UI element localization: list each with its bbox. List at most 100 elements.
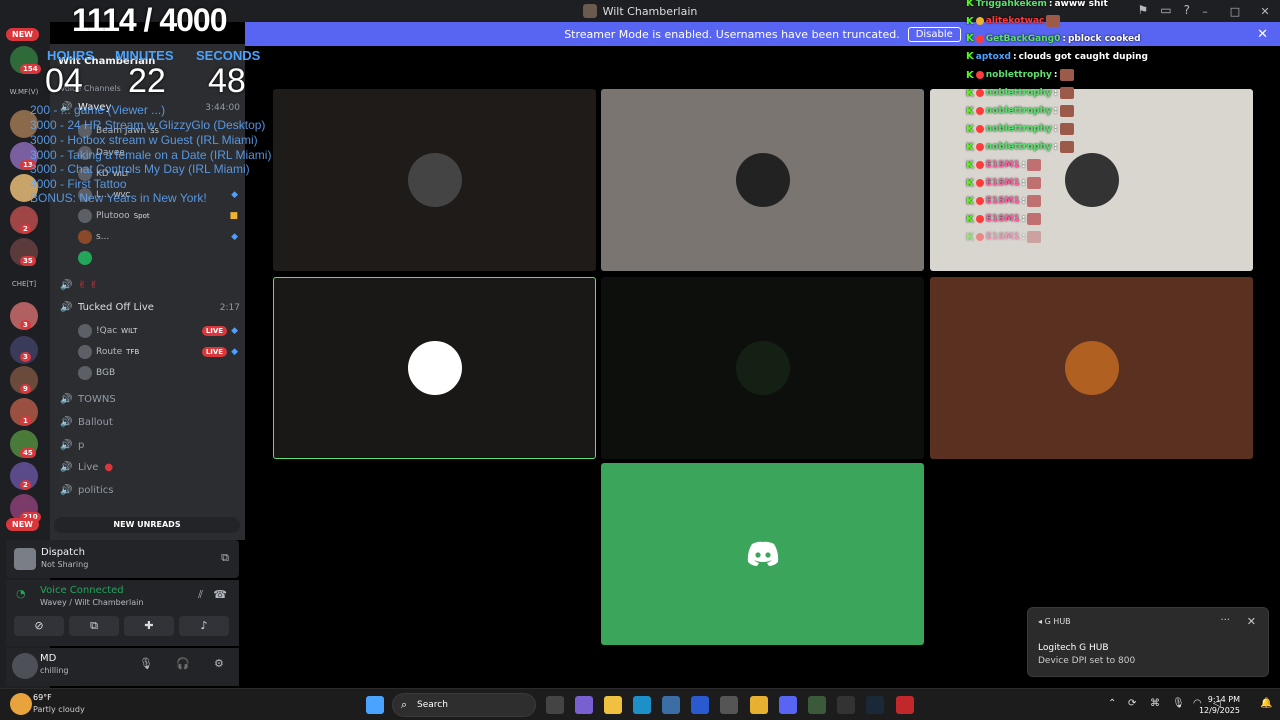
voice-channel[interactable]: 🔊 Live ● [60,462,240,473]
chrome-icon[interactable] [750,696,768,714]
noise-suppression-icon[interactable]: ⫽ [198,588,203,602]
voice-user[interactable]: Plutooo Spot ■ [78,209,238,223]
chat-message: Kaptoxd: clouds got caught duping [966,51,1148,62]
emote-icon [1027,195,1042,207]
voice-user[interactable]: !Qac WILT LIVE ◆ [78,324,238,338]
close-banner-icon[interactable]: ✕ [1257,27,1268,42]
outlook-icon[interactable] [691,696,709,714]
store-icon[interactable] [662,696,680,714]
badge-icon [975,215,984,223]
streaming-icon: ◆ [231,347,238,357]
voice-channel[interactable]: 🔊 Ballout [60,417,240,428]
window-controls: – □ ✕ [1190,0,1280,22]
network-icon[interactable]: ⌘ [1150,698,1160,709]
voice-user[interactable]: BGB [78,366,238,380]
voice-user[interactable]: s... ◆ [78,230,238,244]
user-status: chilling [40,666,69,675]
avatar [78,345,92,359]
task-view-icon[interactable] [546,696,564,714]
dispatch-status: Not Sharing [41,560,89,569]
server-label[interactable]: W.MF(V) [4,88,44,96]
minimize-icon[interactable]: – [1190,5,1220,18]
screen-share-button[interactable]: ⧉ [69,616,119,636]
mention-badge: 35 [20,256,36,266]
username[interactable]: MD [40,653,56,664]
emote-icon [1027,213,1042,225]
gear-icon[interactable]: ⚙ [214,657,224,670]
voice-channel[interactable]: 🔊 TOWNS [60,394,240,405]
weather-icon[interactable] [10,693,32,715]
close-window-icon[interactable]: ✕ [1250,5,1280,18]
avatar[interactable] [12,653,38,679]
new-pill[interactable]: NEW [6,518,39,531]
dispatch-panel[interactable]: Dispatch Not Sharing ⧉ [6,540,239,578]
mic-tray-icon[interactable]: 🎙 [1172,698,1185,709]
file-explorer-icon[interactable] [604,696,622,714]
new-pill[interactable]: NEW [6,28,39,41]
search-box[interactable]: ⌕ Search [392,693,536,717]
voice-status[interactable]: Voice Connected [40,585,124,596]
video-tile[interactable] [273,89,596,271]
edge-icon[interactable] [633,696,651,714]
copilot-icon[interactable] [575,696,593,714]
start-icon[interactable] [366,696,384,714]
chat-message: K GetBackGang0: pblock cooked [966,33,1141,44]
badge-icon [975,71,984,79]
maximize-icon[interactable]: □ [1220,5,1250,18]
sync-icon[interactable]: ⟳ [1128,698,1136,709]
server-icon [582,4,597,18]
logitech-icon[interactable] [837,696,855,714]
server-label[interactable]: CHE[T] [4,280,44,288]
streaming-icon: ◆ [231,326,238,336]
steam-icon[interactable] [866,696,884,714]
voice-user[interactable] [78,251,238,265]
screen-icon[interactable]: ▭ [1160,3,1171,17]
discord-icon[interactable] [779,696,797,714]
weather-temp[interactable]: 69°F [33,693,52,702]
close-toast-icon[interactable]: ✕ [1247,615,1256,628]
microphone-icon[interactable]: 🎙 [139,657,153,670]
video-tile[interactable] [601,89,924,271]
kick-icon: K [966,69,974,81]
camera-button[interactable]: ⊘ [14,616,64,636]
more-options-icon[interactable]: ··· [1220,615,1230,626]
screen-share-icon[interactable]: ⧉ [221,551,229,565]
headphones-icon[interactable]: 🎧 [176,657,190,670]
voice-user[interactable]: Route TFB LIVE ◆ [78,345,238,359]
disconnect-icon[interactable]: ☎ [213,588,227,601]
activities-button[interactable]: ✚ [124,616,174,636]
signal-icon: ◔ [16,587,26,600]
disable-button[interactable]: Disable [907,26,961,42]
notification-bell-icon[interactable]: 🔔 [1260,698,1272,709]
new-unreads-bar[interactable]: NEW UNREADS [54,517,240,533]
app-icon[interactable] [720,696,738,714]
kick-icon: K [966,0,974,9]
emote-icon [1027,159,1042,171]
badge-icon [975,107,984,115]
inbox-icon[interactable]: ⚑ [1138,3,1149,17]
chat-message: Knoblettrophy: [966,123,1074,135]
video-tile[interactable] [601,463,924,645]
voice-stage [245,46,1280,688]
notification-toast[interactable]: ◂ G HUB ··· ✕ Logitech G HUB Device DPI … [1027,607,1269,677]
voice-channel[interactable]: 🔊 politics [60,485,240,496]
soundboard-button[interactable]: ♪ [179,616,229,636]
goal-item: 3000 - Hotbox stream w Guest (IRL Miami) [30,133,258,147]
adobe-icon[interactable] [896,696,914,714]
voice-channel[interactable]: 🔊 p [60,440,240,451]
video-tile-speaking[interactable] [273,277,596,459]
dispatch-avatar [14,548,36,570]
clock[interactable]: 9:14 PM 12/9/2025 [1199,694,1240,716]
badge-icon [975,179,984,187]
video-tile[interactable] [930,277,1253,459]
video-tile[interactable] [601,277,924,459]
chat-message: Knoblettrophy: [966,141,1074,153]
terminal-icon[interactable] [808,696,826,714]
mention-badge: 2 [20,480,31,490]
chat-message: Knoblettrophy: [966,105,1074,117]
weather-desc[interactable]: Partly cloudy [33,705,85,714]
voice-channel-tucked-off-live[interactable]: 🔊 Tucked Off Live 2:17 [60,302,240,313]
voice-location[interactable]: Wavey / Wilt Chamberlain [40,598,143,607]
chevron-up-icon[interactable]: ⌃ [1108,698,1116,709]
voice-channel[interactable]: 🔊 ✌ ✌ [60,280,240,291]
